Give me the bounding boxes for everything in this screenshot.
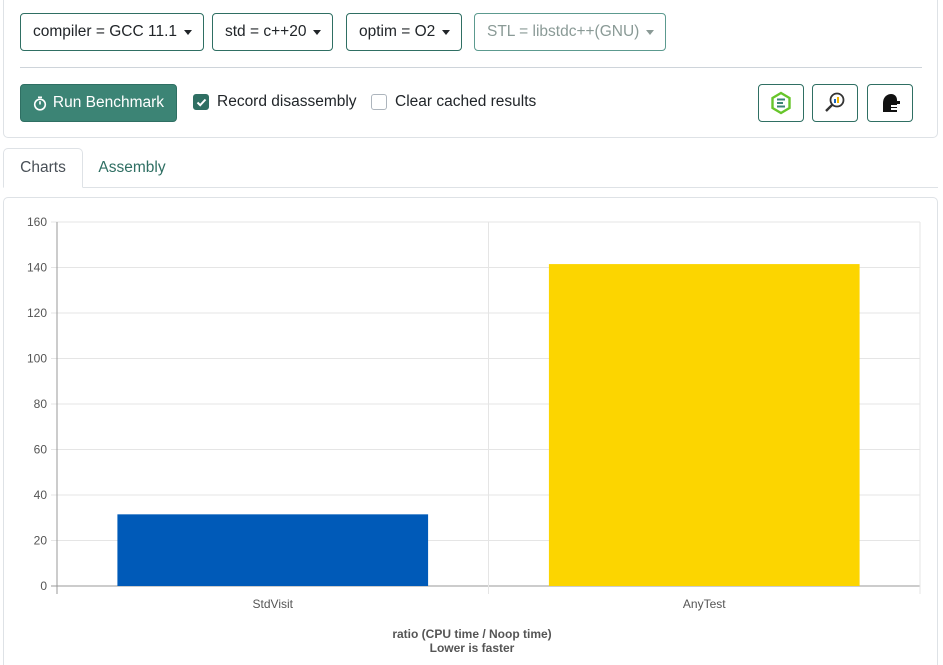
caret-down-icon: [646, 29, 655, 35]
tab-charts[interactable]: Charts: [3, 148, 83, 188]
checkbox-unchecked-icon[interactable]: [371, 94, 387, 110]
quick-bench-search-button[interactable]: [812, 84, 858, 122]
checkbox-checked-icon[interactable]: [193, 94, 209, 110]
y-tick-label: 60: [34, 443, 48, 457]
x-axis-title-line1: ratio (CPU time / Noop time): [392, 627, 551, 641]
y-tick-label: 120: [27, 306, 47, 320]
caret-down-icon: [184, 29, 193, 35]
compiler-dropdown[interactable]: compiler = GCC 11.1: [20, 13, 205, 51]
y-tick-label: 160: [27, 215, 47, 229]
compiler-explorer-button[interactable]: [758, 84, 804, 122]
benchmark-bar-chart: 0 20 40 60 80 100 120 140 160 StdVisit AnyTest rat…: [27, 215, 921, 655]
run-benchmark-button[interactable]: Run Benchmark: [20, 84, 177, 122]
y-tick-label: 140: [27, 261, 47, 275]
caret-down-icon: [313, 29, 322, 35]
std-dropdown-label: std = c++20: [225, 23, 307, 40]
x-axis-title-line2: Lower is faster: [430, 641, 515, 655]
clear-cached-results-label: Clear cached results: [395, 93, 537, 110]
optim-dropdown[interactable]: optim = O2: [346, 13, 463, 51]
tab-assembly[interactable]: Assembly: [83, 148, 181, 188]
tab-charts-label: Charts: [20, 159, 66, 176]
caret-down-icon: [442, 29, 451, 35]
y-tick-label: 80: [34, 397, 48, 411]
bar-anytest: [548, 264, 860, 586]
compiler-dropdown-label: compiler = GCC 11.1: [33, 23, 178, 40]
magnifier-icon: [825, 92, 845, 112]
y-tick-label: 40: [34, 488, 48, 502]
toolbar-divider: [20, 67, 922, 68]
tab-assembly-label: Assembly: [98, 159, 166, 176]
stopwatch-icon: [33, 96, 47, 111]
compiler-explorer-icon: [771, 91, 791, 115]
chart-panel: 0 20 40 60 80 100 120 140 160 StdVisit AnyTest rat…: [3, 197, 938, 665]
std-dropdown[interactable]: std = c++20: [212, 13, 334, 51]
stl-dropdown-label: STL = libstdc++(GNU): [487, 23, 640, 40]
stl-dropdown[interactable]: STL = libstdc++(GNU): [474, 13, 667, 51]
record-disassembly-checkbox[interactable]: Record disassembly: [193, 93, 357, 111]
x-tick-label: StdVisit: [253, 597, 294, 611]
optim-dropdown-label: optim = O2: [359, 23, 436, 40]
build-bench-logo-icon: [883, 94, 900, 112]
y-tick-label: 20: [34, 534, 48, 548]
run-benchmark-label: Run Benchmark: [52, 94, 165, 111]
y-tick-label: 0: [40, 579, 47, 593]
build-bench-button[interactable]: [867, 84, 913, 122]
y-tick-label: 100: [27, 352, 47, 366]
x-tick-label: AnyTest: [683, 597, 726, 611]
record-disassembly-label: Record disassembly: [217, 93, 357, 110]
bar-stdvisit: [117, 514, 429, 586]
clear-cached-results-checkbox[interactable]: Clear cached results: [371, 93, 536, 111]
